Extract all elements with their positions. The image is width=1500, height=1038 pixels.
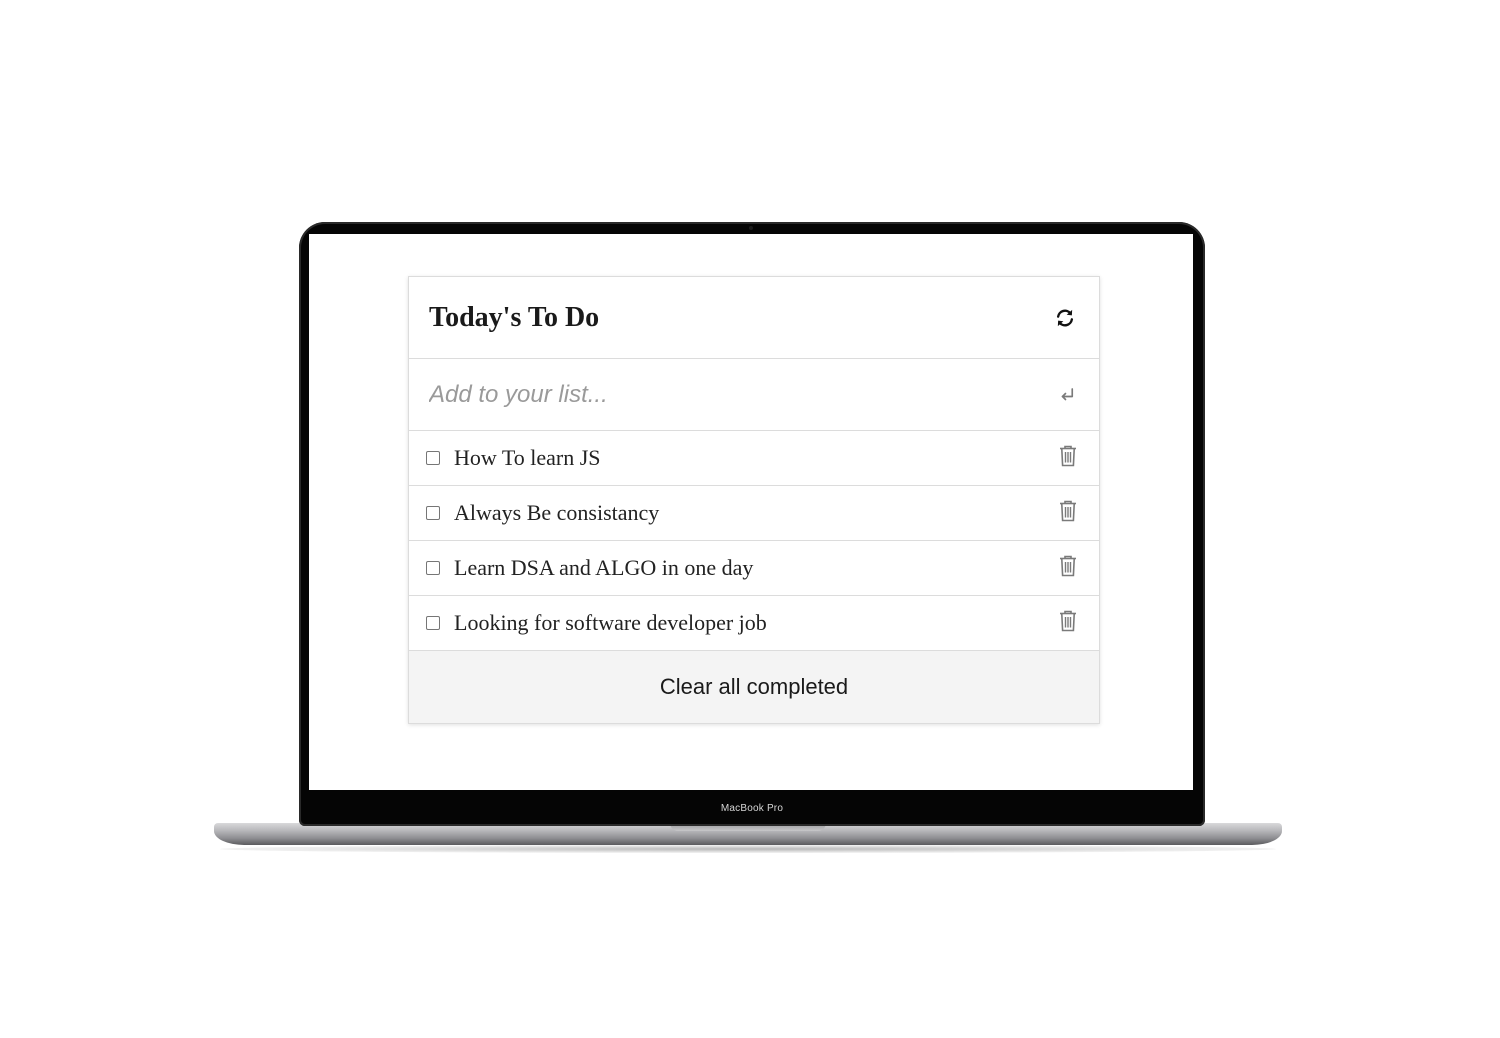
- device-brand-label: MacBook Pro: [720, 803, 784, 814]
- delete-todo-button[interactable]: [1057, 608, 1079, 634]
- todo-checkbox[interactable]: [426, 616, 440, 630]
- todo-item: Looking for software developer job: [409, 596, 1099, 651]
- todo-text: How To learn JS: [454, 445, 601, 470]
- refresh-button[interactable]: [1051, 304, 1079, 332]
- page-title: Today's To Do: [429, 301, 600, 333]
- todo-list: How To learn JS Always Be consistancy Le…: [409, 431, 1099, 651]
- stage: Today's To Do Add to your list... How To…: [0, 0, 1500, 1038]
- laptop-base: [214, 823, 1282, 845]
- todo-card: Today's To Do Add to your list... How To…: [408, 276, 1100, 724]
- delete-todo-button[interactable]: [1057, 498, 1079, 524]
- trash-icon: [1060, 445, 1076, 467]
- trash-icon: [1060, 555, 1076, 577]
- laptop-shadow: [220, 845, 1276, 853]
- enter-icon: [1061, 387, 1074, 400]
- laptop-lid: Today's To Do Add to your list... How To…: [299, 222, 1205, 826]
- todo-item: Always Be consistancy: [409, 486, 1099, 541]
- delete-todo-button[interactable]: [1057, 553, 1079, 579]
- submit-todo-button[interactable]: [1055, 383, 1079, 407]
- delete-todo-button[interactable]: [1057, 443, 1079, 469]
- todo-checkbox[interactable]: [426, 561, 440, 575]
- todo-checkbox[interactable]: [426, 506, 440, 520]
- todo-item: Learn DSA and ALGO in one day: [409, 541, 1099, 596]
- laptop-screen: Today's To Do Add to your list... How To…: [309, 234, 1193, 790]
- todo-text: Always Be consistancy: [454, 500, 660, 525]
- todo-item: How To learn JS: [409, 431, 1099, 486]
- add-todo-row: [409, 359, 1099, 431]
- camera-icon: [749, 226, 753, 230]
- todo-text: Learn DSA and ALGO in one day: [454, 555, 754, 580]
- refresh-icon: [1056, 309, 1074, 326]
- todo-header: Today's To Do: [409, 277, 1099, 359]
- todo-text: Looking for software developer job: [454, 610, 767, 635]
- trash-icon: [1060, 500, 1076, 522]
- clear-completed-label: Clear all completed: [659, 674, 849, 699]
- clear-completed-button[interactable]: Clear all completed: [409, 651, 1099, 723]
- add-todo-input[interactable]: [429, 380, 1055, 409]
- trash-icon: [1060, 610, 1076, 632]
- todo-checkbox[interactable]: [426, 451, 440, 465]
